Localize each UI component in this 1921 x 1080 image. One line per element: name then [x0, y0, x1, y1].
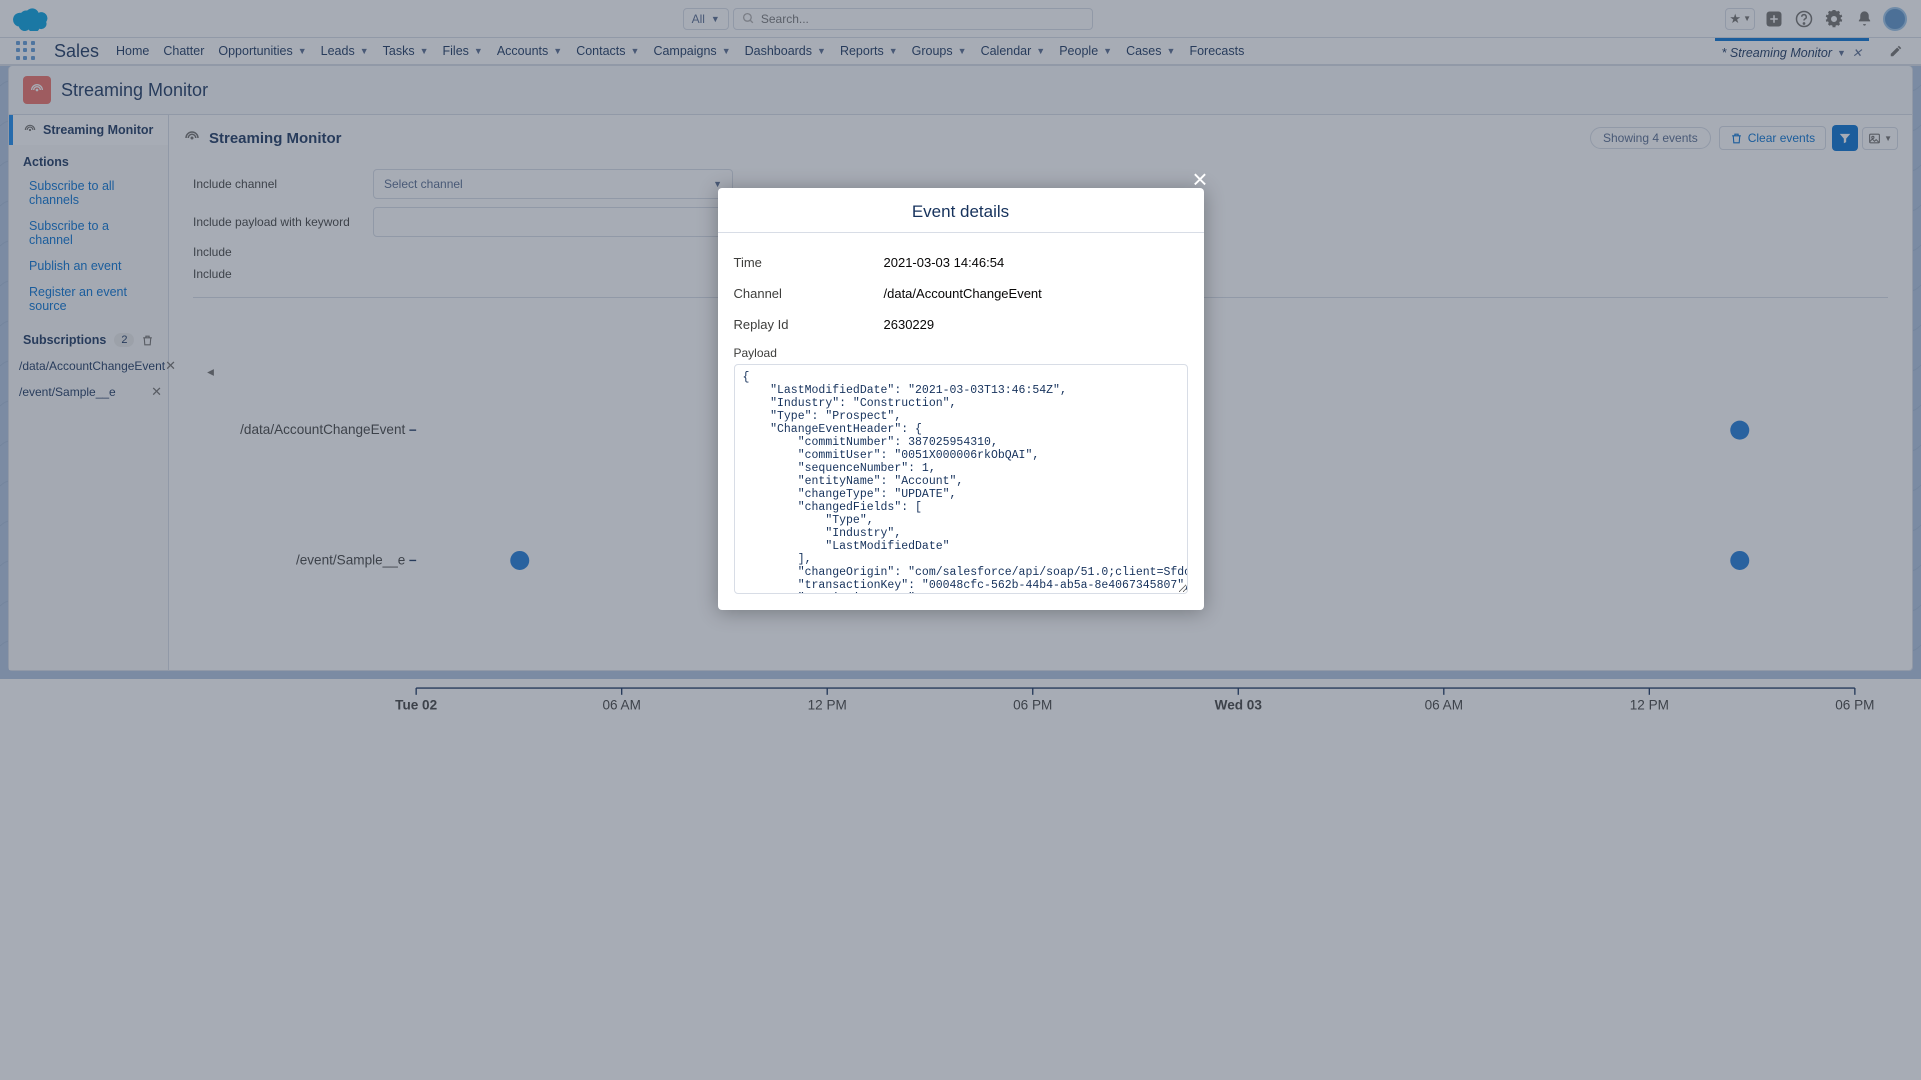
- modal-title: Event details: [718, 188, 1204, 233]
- modal-channel-label: Channel: [734, 286, 884, 301]
- event-details-modal: × Event details Time 2021-03-03 14:46:54…: [718, 188, 1204, 610]
- modal-time-label: Time: [734, 255, 884, 270]
- modal-close-button[interactable]: ×: [1192, 164, 1207, 195]
- modal-overlay[interactable]: × Event details Time 2021-03-03 14:46:54…: [0, 0, 1921, 1080]
- modal-payload-label: Payload: [734, 346, 1188, 360]
- modal-replay-value: 2630229: [884, 317, 1188, 332]
- modal-payload-textarea[interactable]: { "LastModifiedDate": "2021-03-03T13:46:…: [734, 364, 1188, 594]
- modal-channel-value: /data/AccountChangeEvent: [884, 286, 1188, 301]
- modal-time-value: 2021-03-03 14:46:54: [884, 255, 1188, 270]
- modal-replay-label: Replay Id: [734, 317, 884, 332]
